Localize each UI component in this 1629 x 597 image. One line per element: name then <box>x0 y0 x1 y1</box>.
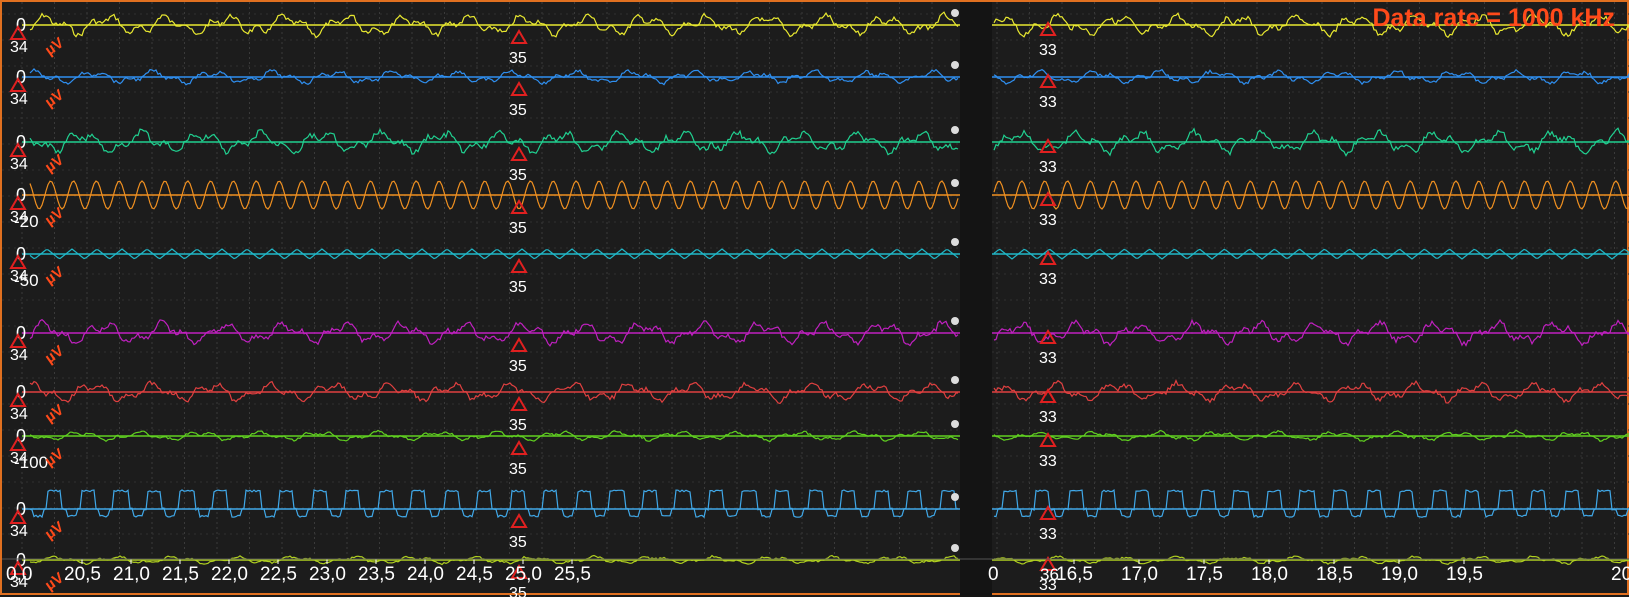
right-axis-tick-label: 17,5 <box>1186 564 1223 585</box>
ch2-unit-label: µV <box>42 86 67 111</box>
ch6-marker-right-panel-label: 33 <box>1039 350 1057 367</box>
left-axis-tick-label: 24,5 <box>456 564 493 585</box>
ch1-marker-left-panel <box>510 29 528 44</box>
ch8-marker-left-panel <box>510 440 528 455</box>
left-axis-tick-label: 22,5 <box>260 564 297 585</box>
ch6-marker-left-panel <box>510 337 528 352</box>
panel-handle-8 <box>951 493 959 501</box>
ch7-marker-left-edge-label: 34 <box>10 406 28 423</box>
data-rate-label: Data rate = 1000 kHz <box>1372 4 1615 32</box>
panel-handle-6 <box>951 376 959 384</box>
ch3-marker-left-edge-label: 34 <box>10 156 28 173</box>
panel-gap <box>960 2 992 597</box>
ch10-marker-left-panel-label: 35 <box>509 585 527 597</box>
left-axis-first-tick: 0,0 <box>6 564 32 585</box>
ch9-marker-left-edge-label: 34 <box>10 523 28 540</box>
ch5-marker-right-panel-label: 33 <box>1039 271 1057 288</box>
ch9-marker-left-panel <box>510 513 528 528</box>
right-axis-tick-label: 18,0 <box>1251 564 1288 585</box>
panel-handle-1 <box>951 61 959 69</box>
ch7-marker-right-panel-label: 33 <box>1039 409 1057 426</box>
panel-handle-2 <box>951 126 959 134</box>
ch8-marker-left-panel-label: 35 <box>509 461 527 478</box>
ch5-unit-label: µV <box>42 263 67 288</box>
ch2-marker-left-panel-label: 35 <box>509 102 527 119</box>
eeg-viewer: 0 µV 34 35 33 0 µV 34 35 33 0 µV 34 35 33 0 -20 µV 34 35 33 0… <box>0 0 1629 597</box>
ch9-trace-left <box>29 488 959 519</box>
ch4-marker-left-panel <box>510 199 528 214</box>
ch5-marker-left-panel-label: 35 <box>509 279 527 296</box>
right-axis-last-tick: 20 <box>1611 564 1629 585</box>
ch3-marker-right-panel-label: 33 <box>1039 159 1057 176</box>
left-axis-tick-label: 24,0 <box>407 564 444 585</box>
ch3-marker-left-panel <box>510 146 528 161</box>
ch6-unit-label: µV <box>42 342 67 367</box>
ch9-marker-left-panel-label: 35 <box>509 534 527 551</box>
right-axis-tick-label: 18,5 <box>1316 564 1353 585</box>
right-axis-tick-label: 19,5 <box>1446 564 1483 585</box>
ch9-trace-right <box>993 488 1629 518</box>
ch2-marker-left-panel <box>510 81 528 96</box>
left-axis-tick-label: 20,5 <box>64 564 101 585</box>
ch3-unit-label: µV <box>42 151 67 176</box>
ch7-marker-left-panel-label: 35 <box>509 417 527 434</box>
ch9-unit-label: µV <box>42 518 67 543</box>
ch1-unit-label: µV <box>42 34 67 59</box>
ch1-marker-left-panel-label: 35 <box>509 50 527 67</box>
left-axis-tick-label: 23,0 <box>309 564 346 585</box>
ch1-marker-left-edge-label: 34 <box>10 39 28 56</box>
left-axis-tick-label: 22,0 <box>211 564 248 585</box>
ch1-marker-right-panel-label: 33 <box>1039 42 1057 59</box>
ch4-marker-right-panel-label: 33 <box>1039 212 1057 229</box>
ch7-unit-label: µV <box>42 401 67 426</box>
ch3-marker-left-panel-label: 35 <box>509 167 527 184</box>
ch8-marker-right-panel-label: 33 <box>1039 453 1057 470</box>
ch2-marker-right-panel-label: 33 <box>1039 94 1057 111</box>
ch6-marker-left-edge-label: 34 <box>10 347 28 364</box>
ch9-marker-right-panel-label: 33 <box>1039 526 1057 543</box>
panel-handle-0 <box>951 9 959 17</box>
left-axis-tick-label: 21,0 <box>113 564 150 585</box>
ch8-marker-left-edge-label: 34 <box>10 450 28 467</box>
signal-plot[interactable]: 0µV3435 330µV3435 330µV3435 330-20 µV3435 330… <box>2 2 1629 597</box>
right-axis-first-tick: 0 <box>988 564 999 585</box>
right-axis-tick-label: 19,0 <box>1381 564 1418 585</box>
panel-handle-7 <box>951 420 959 428</box>
panel-handle-4 <box>951 238 959 246</box>
right-axis-tick-label: 17,0 <box>1121 564 1158 585</box>
right-axis-tick-label: 16,5 <box>1056 564 1093 585</box>
ch2-marker-left-edge-label: 34 <box>10 91 28 108</box>
ch4-marker-left-panel-label: 35 <box>509 220 527 237</box>
ch4-marker-left-edge-label: 34 <box>10 209 28 226</box>
left-axis-tick-label: 25,0 <box>505 564 542 585</box>
ch5-marker-left-edge-label: 34 <box>10 268 28 285</box>
left-axis-tick-label: 23,5 <box>358 564 395 585</box>
panel-handle-5 <box>951 317 959 325</box>
left-axis-tick-label: 25,5 <box>554 564 591 585</box>
panel-handle-9 <box>951 544 959 552</box>
ch6-marker-left-panel-label: 35 <box>509 358 527 375</box>
left-axis-tick-label: 21,5 <box>162 564 199 585</box>
panel-handle-3 <box>951 179 959 187</box>
ch5-marker-left-panel <box>510 258 528 273</box>
